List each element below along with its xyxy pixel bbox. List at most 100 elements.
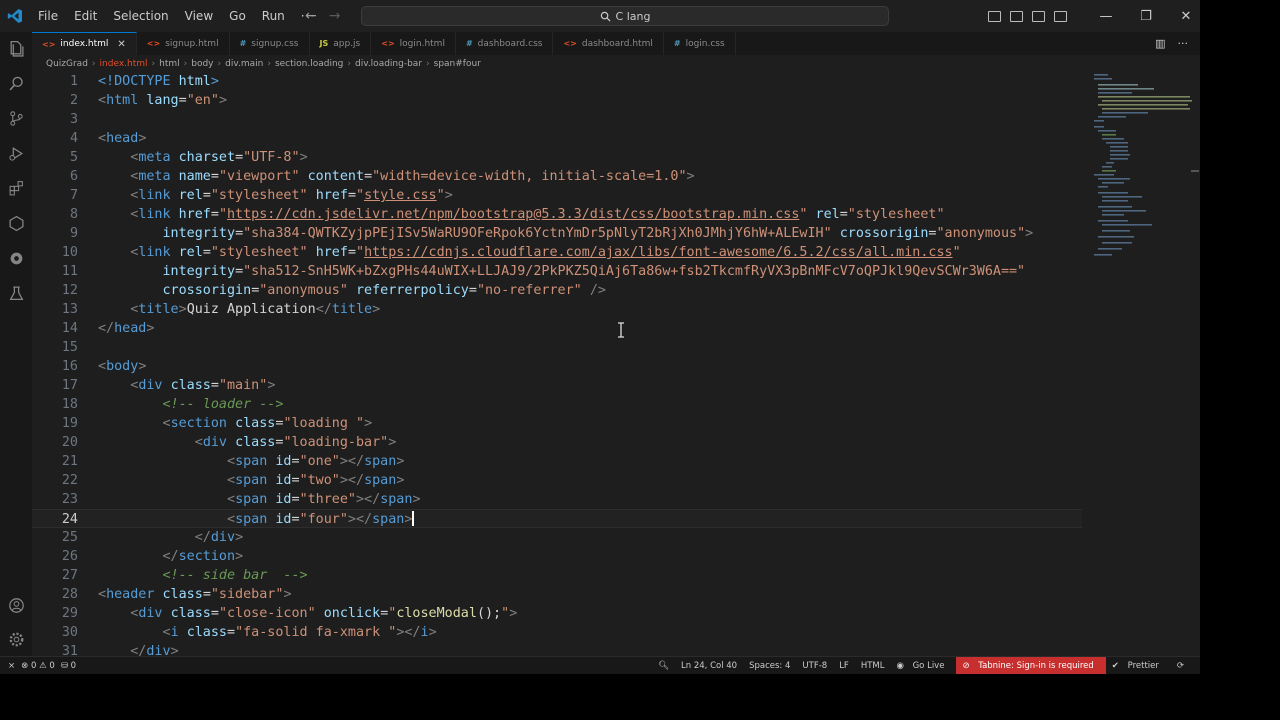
breadcrumb-item[interactable]: html [159,59,180,69]
code-line[interactable]: 16 <body> [32,357,1090,376]
menu-view[interactable]: View [177,0,221,32]
command-center[interactable]: C lang [361,6,889,26]
code-line[interactable]: 20 <div class="loading-bar"> [32,433,1090,452]
code-line[interactable]: 1 <!DOCTYPE html> [32,72,1090,91]
code-line[interactable]: 2 <html lang="en"> [32,91,1090,110]
tab-actions: ▥ ··· [1155,37,1188,50]
toggle-primary-sidebar-icon[interactable] [988,10,1001,22]
code-line[interactable]: 12 crossorigin="anonymous" referrerpolic… [32,281,1090,300]
code-line[interactable]: 27 <!-- side bar --> [32,566,1090,585]
prettier-button[interactable]: ✔ Prettier [1106,657,1171,675]
code-line[interactable]: 11 integrity="sha512-SnH5WK+bZxgPHs44uWI… [32,262,1090,281]
code-line[interactable]: 4 <head> [32,129,1090,148]
notifications-bell-icon[interactable]: ⟳ [1171,657,1190,675]
back-arrow-icon[interactable]: ← [305,8,317,24]
code-line[interactable]: 26 </section> [32,547,1090,566]
breadcrumb-item[interactable]: QuizGrad [46,59,88,69]
layout-controls [988,0,1067,32]
menu-go[interactable]: Go [221,0,254,32]
code-line[interactable]: 5 <meta charset="UTF-8"> [32,148,1090,167]
explorer-icon[interactable] [8,40,25,57]
toggle-secondary-sidebar-icon[interactable] [1032,10,1045,22]
menu-run[interactable]: Run [254,0,293,32]
breadcrumb-item[interactable]: body [191,59,213,69]
code-line[interactable]: 6 <meta name="viewport" content="width=d… [32,167,1090,186]
toggle-panel-icon[interactable] [1010,10,1023,22]
problems-indicator[interactable]: ⊗ 0 ⚠ 0 [21,661,55,671]
menu-edit[interactable]: Edit [66,0,105,32]
code-line[interactable]: 3 [32,110,1090,129]
run-debug-icon[interactable] [8,145,25,162]
code-line[interactable]: 30 <i class="fa-solid fa-xmark "></i> [32,623,1090,642]
breadcrumb-item[interactable]: span#four [434,59,481,69]
status-left: ⨯ ⊗ 0 ⚠ 0 ⛁ 0 [8,657,76,675]
code-line[interactable]: 29 <div class="close-icon" onclick="clos… [32,604,1090,623]
code-line[interactable]: 13 <title>Quiz Application</title> [32,300,1090,319]
restore-icon[interactable]: ❐ [1126,9,1166,24]
zoom-icon[interactable]: 🔍︎ [652,657,675,675]
code-editor[interactable]: 1 <!DOCTYPE html> 2 <html lang="en"> 3 4 <head… [32,72,1090,656]
language-mode[interactable]: HTML [855,657,891,675]
source-control-icon[interactable] [8,110,25,127]
code-line[interactable]: 8 <link href="https://cdn.jsdelivr.net/n… [32,205,1090,224]
breadcrumb-item[interactable]: index.html [100,59,148,69]
code-line[interactable]: 23 <span id="three"></span> [32,490,1090,509]
end-of-line[interactable]: LF [833,657,855,675]
indentation[interactable]: Spaces: 4 [743,657,796,675]
code-line[interactable]: 25 </div> [32,528,1090,547]
close-tab-icon[interactable]: ✕ [117,39,125,50]
scrollbar-thumb[interactable] [1191,170,1199,172]
tabnine-icon[interactable] [8,250,25,267]
tab-app-js[interactable]: JS app.js [310,32,372,55]
code-line[interactable]: 21 <span id="one"></span> [32,452,1090,471]
code-line[interactable]: 22 <span id="two"></span> [32,471,1090,490]
line-number: 21 [61,454,78,469]
code-text: <meta name="viewport" content="width=dev… [130,169,695,184]
forward-arrow-icon[interactable]: → [329,8,341,24]
cursor-position[interactable]: Ln 24, Col 40 [675,657,743,675]
code-line[interactable]: 14 </head> [32,319,1090,338]
more-actions-icon[interactable]: ··· [1178,37,1189,50]
code-line[interactable]: 31 </div> [32,642,1090,656]
code-line[interactable]: 28 <header class="sidebar"> [32,585,1090,604]
css-file-icon: # [673,39,681,48]
code-line[interactable]: 18 <!-- loader --> [32,395,1090,414]
menu-file[interactable]: File [30,0,66,32]
code-line[interactable]: 7 <link rel="stylesheet" href="style.css… [32,186,1090,205]
code-text: crossorigin="anonymous" referrerpolicy="… [162,283,606,298]
tab-dashboard-html[interactable]: <> dashboard.html [553,32,664,55]
menu-selection[interactable]: Selection [105,0,176,32]
tabnine-status[interactable]: ⊘ Tabnine: Sign-in is required [956,657,1106,675]
code-line[interactable]: 9 integrity="sha384-QWTKZyjpPEjISv5WaRU9… [32,224,1090,243]
tab-dashboard-css[interactable]: # dashboard.css [456,32,554,55]
code-line[interactable]: 10 <link rel="stylesheet" href="https://… [32,243,1090,262]
tab-login-css[interactable]: # login.css [664,32,736,55]
tab-index-html[interactable]: <> index.html ✕ [32,32,137,55]
split-editor-icon[interactable]: ▥ [1155,37,1165,50]
tab-login-html[interactable]: <> login.html [371,32,456,55]
code-line[interactable]: 15 [32,338,1090,357]
search-icon[interactable] [8,75,25,92]
breadcrumb-item[interactable]: div.loading-bar [355,59,422,69]
breadcrumb-item[interactable]: section.loading [275,59,343,69]
go-live-button[interactable]: ◉ Go Live [890,657,956,675]
extensions-icon[interactable] [8,180,25,197]
testing-icon[interactable] [8,285,25,302]
code-line[interactable]: 24 <span id="four"></span> [32,509,1082,528]
minimize-icon[interactable]: — [1086,9,1126,24]
remote-explorer-icon[interactable] [8,215,25,232]
tab-signup-css[interactable]: # signup.css [230,32,310,55]
tab-label: login.html [399,38,445,49]
manage-gear-icon[interactable] [8,631,25,648]
line-number: 8 [69,207,78,222]
encoding[interactable]: UTF-8 [796,657,833,675]
breadcrumb-item[interactable]: div.main [225,59,263,69]
ports-indicator[interactable]: ⛁ 0 [61,661,76,671]
minimap[interactable] [1090,72,1192,272]
account-icon[interactable] [8,597,25,614]
tab-signup-html[interactable]: <> signup.html [137,32,230,55]
code-line[interactable]: 19 <section class="loading "> [32,414,1090,433]
customize-layout-icon[interactable] [1054,10,1067,22]
code-line[interactable]: 17 <div class="main"> [32,376,1090,395]
remote-icon[interactable]: ⨯ [8,661,15,671]
